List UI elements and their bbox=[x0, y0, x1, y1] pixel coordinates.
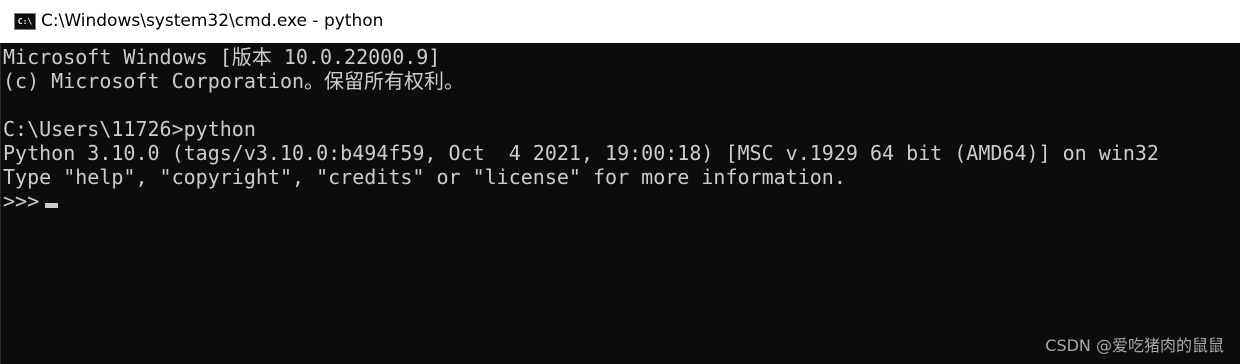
console-line: C:\Users\11726>python bbox=[3, 117, 256, 141]
console-output[interactable]: Microsoft Windows [版本 10.0.22000.9] (c) … bbox=[0, 43, 1240, 364]
watermark: CSDN @爱吃猪肉的鼠鼠 bbox=[1045, 336, 1224, 355]
python-prompt: >>> bbox=[3, 189, 40, 213]
console-line: (c) Microsoft Corporation。保留所有权利。 bbox=[3, 69, 465, 93]
console-line: Type "help", "copyright", "credits" or "… bbox=[3, 165, 846, 189]
window-title: C:\Windows\system32\cmd.exe - python bbox=[41, 11, 384, 31]
python-prompt-line[interactable]: >>> bbox=[3, 189, 59, 213]
console-line: Python 3.10.0 (tags/v3.10.0:b494f59, Oct… bbox=[3, 141, 1159, 165]
console-line: Microsoft Windows [版本 10.0.22000.9] bbox=[3, 45, 441, 69]
text-cursor bbox=[45, 203, 59, 208]
cmd-icon: C:\ bbox=[14, 13, 36, 30]
title-bar[interactable]: C:\ C:\Windows\system32\cmd.exe - python bbox=[0, 0, 1240, 43]
